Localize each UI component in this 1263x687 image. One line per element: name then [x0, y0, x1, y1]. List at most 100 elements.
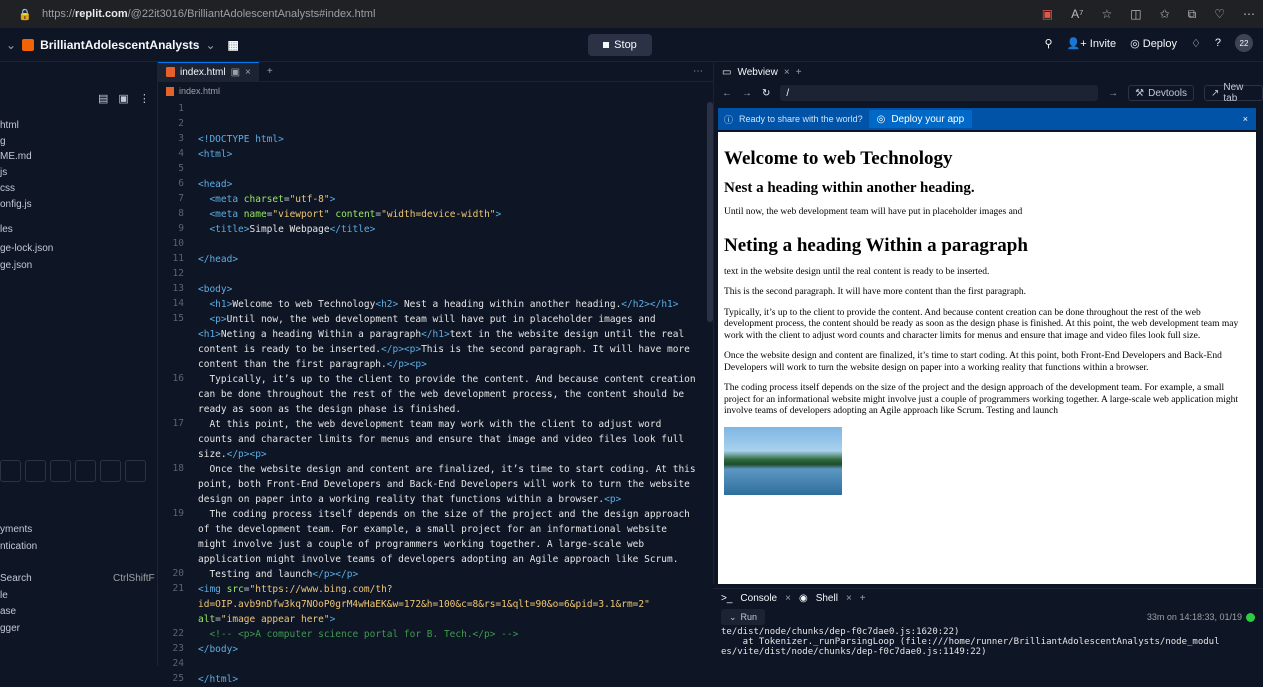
page-paragraph: Typically, it’s up to the client to prov…: [724, 307, 1239, 341]
tool-item-search[interactable]: Search CtrlShiftF: [0, 573, 155, 584]
invite-button[interactable]: 👤+ Invite: [1067, 37, 1116, 50]
run-button[interactable]: ⌄ Run: [721, 609, 766, 625]
file-tools: ▤ ▣ ⋮: [98, 92, 150, 105]
file-item[interactable]: css: [0, 183, 15, 194]
code-line[interactable]: The coding process itself depends on the…: [198, 507, 704, 567]
close-icon[interactable]: ×: [1243, 114, 1248, 124]
code-line[interactable]: <p>Until now, the web development team w…: [198, 312, 704, 372]
tool-tile[interactable]: [100, 460, 121, 482]
more-icon[interactable]: ⋮: [139, 92, 150, 105]
code-line[interactable]: <meta charset="utf-8">: [198, 192, 704, 207]
search-icon[interactable]: ⚲: [1045, 37, 1053, 50]
tool-tile[interactable]: [50, 460, 71, 482]
close-icon[interactable]: ×: [245, 67, 251, 78]
file-item[interactable]: js: [0, 167, 7, 178]
deploy-your-app-button[interactable]: ◎ Deploy your app: [868, 110, 973, 128]
status-dot: [1246, 612, 1255, 622]
avatar[interactable]: 22: [1235, 34, 1253, 52]
code-line[interactable]: <head>: [198, 177, 704, 192]
code-line[interactable]: Once the website design and content are …: [198, 462, 704, 507]
back-icon[interactable]: ←: [722, 88, 732, 99]
add-tab-icon[interactable]: +: [796, 67, 802, 78]
new-folder-icon[interactable]: ▣: [118, 92, 128, 105]
tool-tile[interactable]: [75, 460, 96, 482]
project-selector[interactable]: ⌄ BrilliantAdolescentAnalysts ⌄ ▦: [6, 38, 239, 52]
line-number: 11: [172, 253, 184, 264]
line-number: 25: [172, 673, 184, 684]
add-tab-icon[interactable]: +: [860, 593, 866, 604]
devtools-button[interactable]: ⚒ Devtools: [1128, 85, 1194, 101]
git-icon[interactable]: ▦: [228, 38, 239, 52]
lock-icon[interactable]: 🔒: [18, 8, 32, 21]
reload-icon[interactable]: ↻: [762, 88, 770, 99]
tool-item[interactable]: ntication: [0, 541, 37, 552]
code-line[interactable]: <title>Simple Webpage</title>: [198, 222, 704, 237]
file-item[interactable]: les: [0, 224, 13, 235]
notifications-icon[interactable]: ♢: [1191, 37, 1201, 50]
copilot-icon[interactable]: ♡: [1214, 7, 1225, 21]
code-line[interactable]: <img src="https://www.bing.com/th? id=OI…: [198, 582, 704, 627]
deploy-button[interactable]: ◎ Deploy: [1130, 37, 1177, 50]
more-icon[interactable]: ⋯: [1243, 7, 1255, 21]
tool-item[interactable]: yments: [0, 524, 32, 535]
add-tab-icon[interactable]: +: [267, 66, 273, 77]
code-line[interactable]: </head>: [198, 252, 704, 267]
code-line[interactable]: <html>: [198, 147, 704, 162]
code-line[interactable]: <h1>Welcome to web Technology<h2> Nest a…: [198, 297, 704, 312]
help-button[interactable]: ?: [1215, 37, 1221, 49]
tool-item[interactable]: ase: [0, 606, 16, 617]
code-area[interactable]: 1 2 3 <!DOCTYPE html> 4 <html> 5 6 <head> 7 <meta…: [158, 102, 706, 685]
new-tab-button[interactable]: ↗ New tab: [1204, 82, 1263, 104]
code-line[interactable]: Testing and launch</p></p>: [198, 567, 704, 582]
file-item[interactable]: ME.md: [0, 151, 32, 162]
go-icon[interactable]: →: [1108, 88, 1118, 99]
tab-shell[interactable]: Shell: [816, 593, 838, 604]
line-number: 22: [172, 628, 184, 639]
file-item[interactable]: ge.json: [0, 260, 32, 271]
tab-webview[interactable]: Webview: [737, 67, 777, 78]
split-icon[interactable]: ▣: [231, 67, 240, 78]
file-item[interactable]: onfig.js: [0, 199, 32, 210]
favorite-icon[interactable]: ☆: [1101, 7, 1112, 21]
tool-tile[interactable]: [125, 460, 146, 482]
new-file-icon[interactable]: ▤: [98, 92, 108, 105]
collections-icon[interactable]: ⧉: [1188, 7, 1197, 22]
code-line[interactable]: </html>: [198, 672, 704, 687]
tool-tile[interactable]: [0, 460, 21, 482]
tool-item[interactable]: le: [0, 590, 8, 601]
file-item[interactable]: ge-lock.json: [0, 243, 53, 254]
webview-url-input[interactable]: /: [780, 85, 1099, 101]
favorites-icon[interactable]: ✩: [1160, 7, 1170, 21]
code-line[interactable]: At this point, the web development team …: [198, 417, 704, 462]
console-pane: >_ Console × ◉ Shell × + ⌄ Run 33m on 14:…: [713, 588, 1263, 666]
tool-tile[interactable]: [25, 460, 46, 482]
close-icon[interactable]: ×: [785, 593, 791, 604]
file-sidebar: ▤ ▣ ⋮ html g ME.md js css onfig.js les g…: [0, 62, 158, 666]
split-icon[interactable]: ◫: [1130, 7, 1141, 21]
close-icon[interactable]: ×: [784, 67, 790, 78]
line-number: 3: [178, 133, 184, 144]
more-icon[interactable]: ⋯: [693, 66, 703, 77]
read-aloud-icon[interactable]: A⁷: [1071, 7, 1083, 21]
code-line[interactable]: <meta name="viewport" content="width=dev…: [198, 207, 704, 222]
file-item[interactable]: html: [0, 120, 19, 131]
file-item[interactable]: g: [0, 136, 6, 147]
line-number: 18: [172, 463, 184, 474]
webview-pane: ▭ Webview × + ← → ↻ / → ⚒ Devtools ↗ New t…: [713, 62, 1263, 584]
breadcrumb-file[interactable]: index.html: [179, 86, 220, 96]
forward-icon[interactable]: →: [742, 88, 752, 99]
code-line[interactable]: <!-- <p>A computer science portal for B.…: [198, 627, 704, 642]
tab-icon[interactable]: ▣: [1042, 7, 1053, 21]
browser-url[interactable]: https://replit.com/@22it3016/BrilliantAd…: [42, 8, 375, 20]
line-number: 14: [172, 298, 184, 309]
stop-button[interactable]: Stop: [588, 34, 652, 56]
tool-item[interactable]: gger: [0, 623, 20, 634]
code-line[interactable]: </body>: [198, 642, 704, 657]
code-line[interactable]: <body>: [198, 282, 704, 297]
tab-console[interactable]: Console: [740, 593, 777, 604]
browser-address-bar: 🔒 https://replit.com/@22it3016/Brilliant…: [0, 0, 1263, 28]
code-line[interactable]: Typically, it’s up to the client to prov…: [198, 372, 704, 417]
code-line[interactable]: <!DOCTYPE html>: [198, 132, 704, 147]
tab-index-html[interactable]: index.html ▣ ×: [158, 61, 259, 82]
close-icon[interactable]: ×: [846, 593, 852, 604]
